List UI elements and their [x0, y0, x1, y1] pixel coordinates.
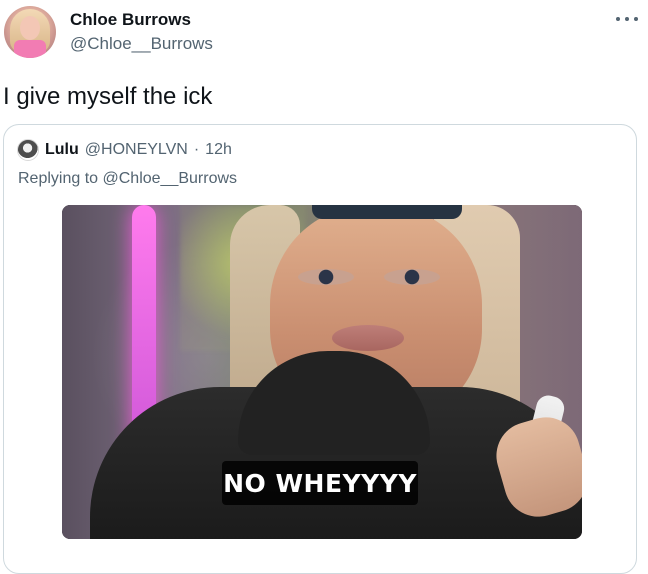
replying-to-handle[interactable]: @Chloe__Burrows: [103, 170, 238, 187]
avatar-top: [14, 40, 46, 58]
quoted-tweet-card[interactable]: Lulu @HONEYLVN · 12h Replying to @Chloe_…: [3, 124, 637, 574]
quoted-author-name[interactable]: Lulu: [45, 141, 79, 159]
author-handle[interactable]: @Chloe__Burrows: [70, 34, 213, 54]
avatar-face: [20, 16, 40, 40]
quoted-separator-dot: ·: [193, 141, 200, 158]
tweet-header: Chloe Burrows @Chloe__Burrows: [0, 0, 648, 70]
author-name[interactable]: Chloe Burrows: [70, 10, 213, 30]
quoted-media-image[interactable]: NO WHEYYYY: [62, 205, 582, 539]
mouth: [332, 325, 404, 351]
more-dot-2: [625, 17, 629, 21]
more-dot-3: [634, 17, 638, 21]
tweet-text: I give myself the ick: [3, 83, 213, 110]
quoted-tweet-time[interactable]: 12h: [205, 141, 232, 159]
more-dot-1: [616, 17, 620, 21]
more-horizontal-icon[interactable]: [616, 14, 638, 24]
replying-to-label: Replying to: [18, 170, 99, 187]
author-avatar[interactable]: [4, 6, 56, 58]
replying-to-line: Replying to @Chloe__Burrows: [18, 169, 237, 189]
right-eye: [384, 269, 440, 285]
quoted-author-handle[interactable]: @HONEYLVN: [85, 141, 188, 159]
author-info: Chloe Burrows @Chloe__Burrows: [70, 10, 213, 54]
left-eye: [298, 269, 354, 285]
media-caption-box: NO WHEYYYY: [222, 461, 418, 505]
quoted-tweet-header: Lulu @HONEYLVN · 12h: [17, 137, 232, 163]
quoted-author-avatar[interactable]: [17, 139, 39, 161]
cap: [312, 205, 462, 219]
media-caption-text: NO WHEYYYY: [223, 468, 417, 498]
